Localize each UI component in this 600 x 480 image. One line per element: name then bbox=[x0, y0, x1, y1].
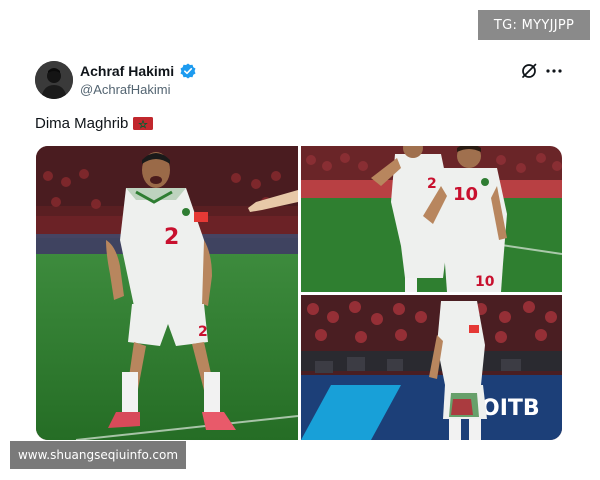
main-jersey-number: 2 bbox=[164, 225, 179, 250]
tweet-text-content: Dima Maghrib bbox=[35, 115, 129, 132]
user-handle[interactable]: @AchrafHakimi bbox=[80, 82, 171, 97]
tweet-text: Dima Maghrib bbox=[35, 115, 154, 132]
photo-teammates-celebration[interactable]: 2 10 10 bbox=[301, 146, 562, 292]
telegram-watermark-badge: TG: MYYJJPP bbox=[478, 10, 590, 40]
sponsor-board-text: OITB bbox=[481, 396, 540, 421]
more-options-icon[interactable] bbox=[546, 69, 562, 73]
display-name[interactable]: Achraf Hakimi bbox=[80, 63, 174, 79]
verified-badge-icon bbox=[180, 63, 196, 79]
morocco-flag-icon bbox=[133, 117, 154, 130]
shorts-number: 10 bbox=[475, 274, 495, 290]
grok-icon[interactable] bbox=[520, 62, 538, 80]
teammate-jersey-number: 2 bbox=[427, 176, 437, 192]
photo-celebration-main[interactable]: 2 2 bbox=[36, 146, 298, 440]
tweet-card[interactable]: Achraf Hakimi @AchrafHakimi Dima Maghrib bbox=[20, 46, 580, 454]
media-grid: 2 2 2 10 10 OITB bbox=[36, 146, 562, 440]
avatar[interactable] bbox=[35, 61, 73, 99]
photo-player-sideline[interactable]: OITB bbox=[301, 295, 562, 440]
svg-text:2: 2 bbox=[198, 324, 208, 340]
playmaker-jersey-number: 10 bbox=[453, 184, 478, 205]
site-watermark: www.shuangseqiuinfo.com bbox=[10, 441, 186, 469]
